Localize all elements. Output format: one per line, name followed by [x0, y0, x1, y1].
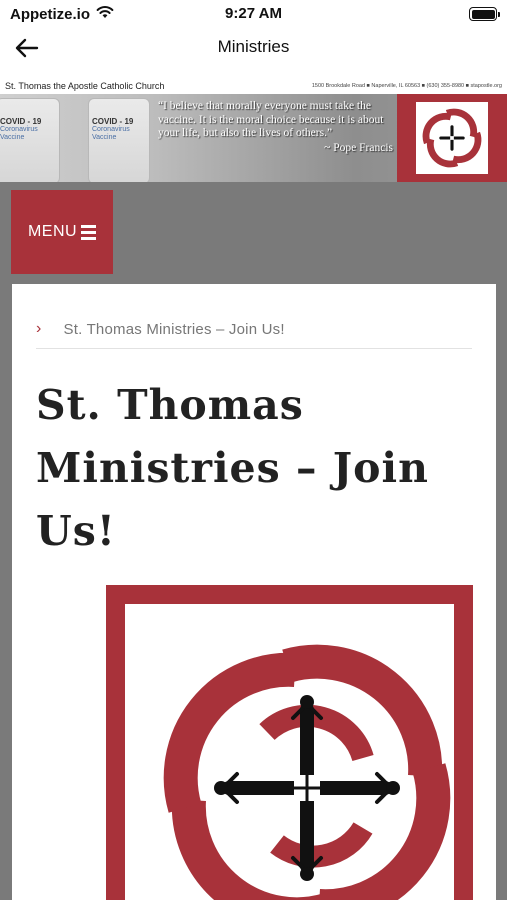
- swirl-cross-logo: [163, 644, 451, 900]
- menu-button[interactable]: MENU: [11, 190, 113, 274]
- vaccine-vial: COVID - 19 Coronavirus Vaccine: [88, 98, 150, 182]
- battery-icon: [469, 7, 500, 21]
- menu-label: MENU: [27, 223, 78, 240]
- swirl-cross-logo: [422, 108, 482, 168]
- vial-title: COVID - 19: [0, 117, 42, 126]
- chevron-right-icon: ›: [36, 320, 42, 337]
- breadcrumb: › St. Thomas Ministries – Join Us!: [36, 320, 285, 338]
- ministries-logo: [106, 585, 473, 900]
- status-time: 9:27 AM: [225, 5, 282, 22]
- quote-author: ~ Pope Francis: [324, 141, 393, 154]
- nav-title: Ministries: [217, 37, 290, 56]
- breadcrumb-current[interactable]: St. Thomas Ministries – Join Us!: [64, 321, 285, 338]
- page-title: St. Thomas Ministries – Join Us!: [36, 381, 429, 555]
- vaccine-banner[interactable]: COVID - 19 Coronavirus Vaccine COVID - 1…: [0, 94, 507, 182]
- church-header: St. Thomas the Apostle Catholic Church 1…: [0, 80, 507, 94]
- church-name: St. Thomas the Apostle Catholic Church: [5, 81, 165, 91]
- vial-title: COVID - 19: [92, 117, 134, 126]
- vaccine-vial: COVID - 19 Coronavirus Vaccine: [0, 98, 60, 182]
- parish-logo: [397, 94, 507, 182]
- banner-quote: “I believe that morally everyone must ta…: [158, 100, 393, 155]
- vial-subtitle: Coronavirus Vaccine: [92, 126, 130, 142]
- church-address: 1500 Brookdale Road ■ Naperville, IL 605…: [311, 83, 502, 89]
- hamburger-icon: [81, 224, 97, 240]
- nav-bar: Ministries: [0, 28, 507, 68]
- quote-text: “I believe that morally everyone must ta…: [158, 100, 384, 140]
- divider: [36, 348, 472, 349]
- vial-subtitle: Coronavirus Vaccine: [0, 126, 38, 142]
- content-card: › St. Thomas Ministries – Join Us! St. T…: [12, 284, 496, 900]
- status-bar: Appetize.io 9:27 AM: [0, 0, 507, 28]
